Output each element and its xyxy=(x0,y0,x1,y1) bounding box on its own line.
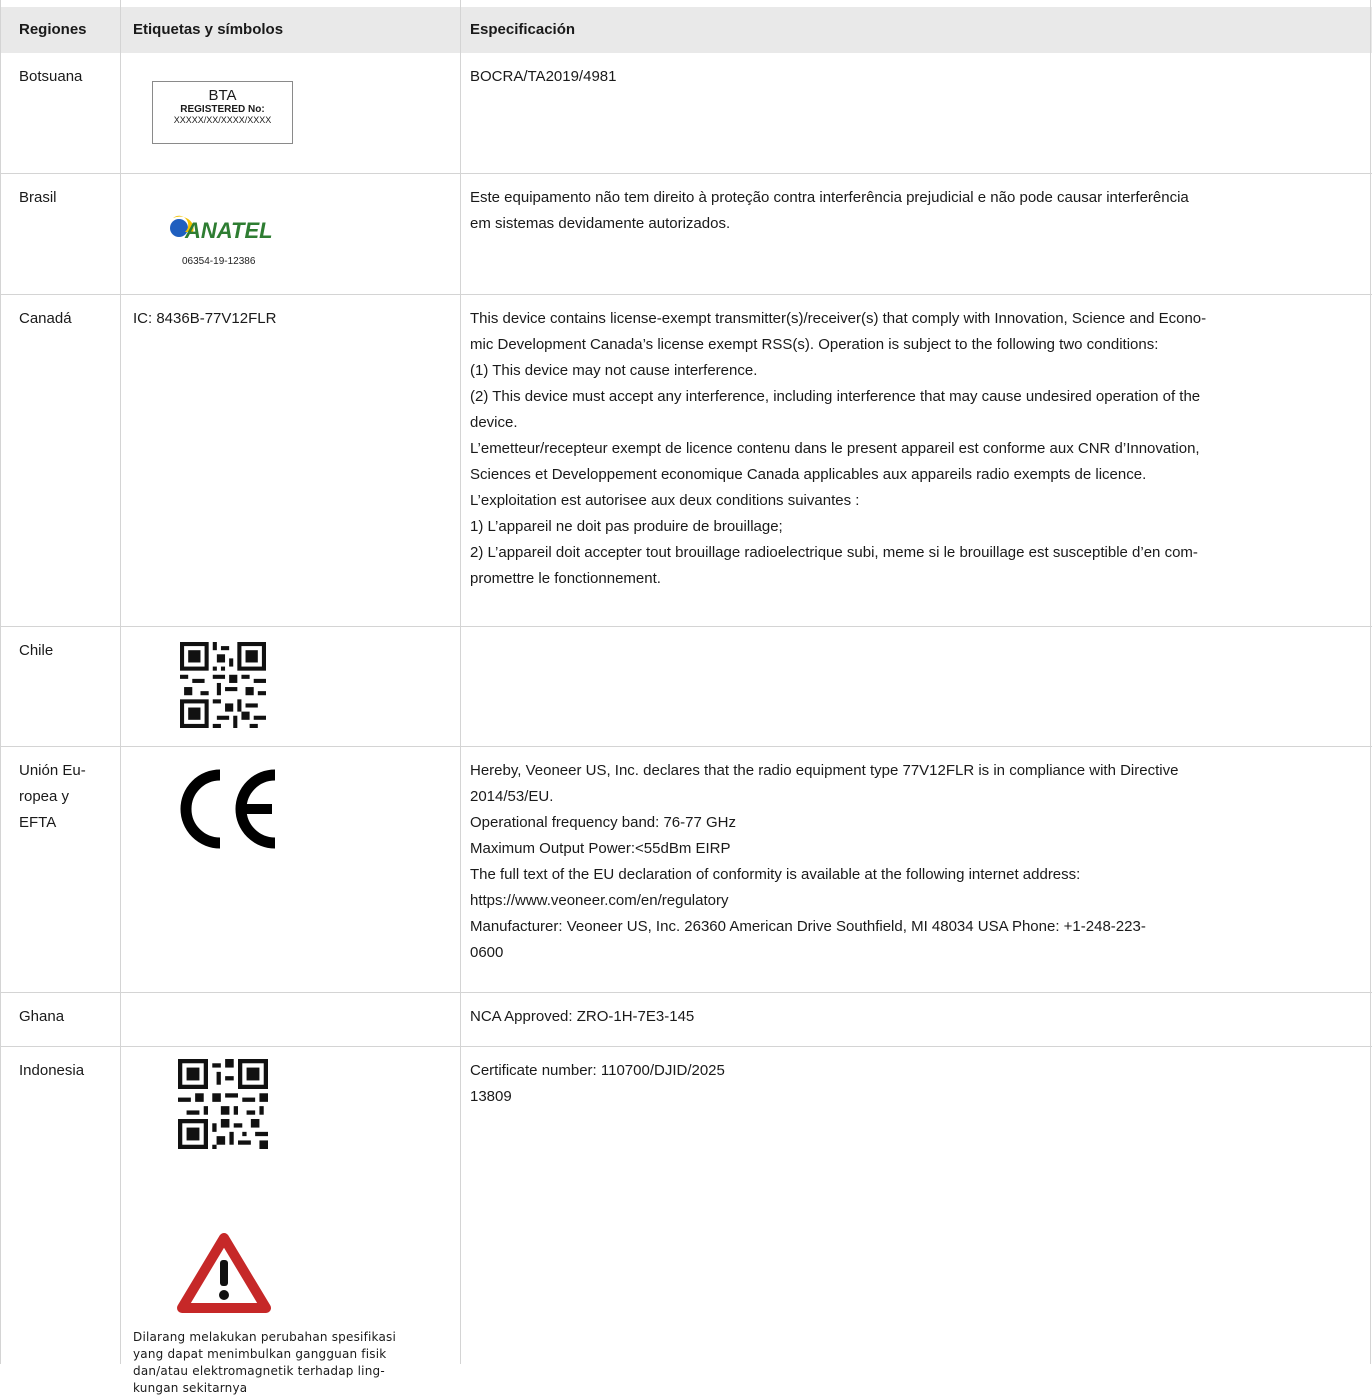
spec-line: Sciences et Developpement economique Can… xyxy=(470,466,1147,483)
warning-text: Dilarang melakukan perubahan spesifikasi… xyxy=(133,1329,448,1397)
spec-line: L’emetteur/recepteur exempt de licence c… xyxy=(470,440,1200,457)
region-name: Botsuana xyxy=(19,68,83,85)
spec-line: mic Development Canada’s license exempt … xyxy=(470,336,1159,353)
spec-line: 2) L’appareil doit accepter tout brouill… xyxy=(470,544,1198,561)
region-name: Unión Eu- ropea y EFTA xyxy=(19,758,114,836)
bta-title: BTA xyxy=(208,87,237,104)
table-row-ghana: Ghana NCA Approved: ZRO-1H-7E3-145 xyxy=(0,993,1372,1047)
spec-text: Este equipamento não tem direito à prote… xyxy=(470,185,1355,237)
anatel-code: 06354-19-12386 xyxy=(182,256,256,267)
region-name: Brasil xyxy=(19,189,57,206)
spec-text: BOCRA/TA2019/4981 xyxy=(470,68,617,85)
region-name: Chile xyxy=(19,642,54,659)
spec-line: device. xyxy=(470,414,518,431)
table-row-brazil: Brasil ANATEL 06354-19-12386 Este equipa… xyxy=(0,174,1372,295)
table-row-canada: Canadá IC: 8436B-77V12FLR This device co… xyxy=(0,295,1372,627)
header-labels-symbols: Etiquetas y símbolos xyxy=(133,21,284,38)
spec-line: Certificate number: 110700/DJID/2025 xyxy=(470,1062,725,1079)
qr-code-icon xyxy=(178,1059,268,1149)
spec-line: L’exploitation est autorisee aux deux co… xyxy=(470,492,860,509)
ce-mark-icon xyxy=(180,769,276,849)
header-specification: Especificación xyxy=(470,21,576,38)
regulatory-link[interactable]: https://www.veoneer.com/en/regulatory xyxy=(470,888,1355,914)
column-divider xyxy=(120,0,121,1364)
table-row-eu: Unión Eu- ropea y EFTA Hereby, Veoneer U… xyxy=(0,747,1372,993)
table-border-left xyxy=(0,0,1,1364)
warning-line: dan/atau elektromagnetik terhadap ling- xyxy=(133,1364,385,1378)
column-divider xyxy=(460,0,461,1364)
spec-line: The full text of the EU declaration of c… xyxy=(470,866,1081,883)
spec-text: Certificate number: 110700/DJID/2025 138… xyxy=(470,1058,1355,1110)
spec-text: Hereby, Veoneer US, Inc. declares that t… xyxy=(470,758,1355,966)
spec-line: 13809 xyxy=(470,1088,512,1105)
header-regions: Regiones xyxy=(19,21,87,38)
qr-code-icon xyxy=(180,642,266,728)
spec-line: Maximum Output Power:<55dBm EIRP xyxy=(470,840,731,857)
spec-line: Este equipamento não tem direito à prote… xyxy=(470,189,1189,206)
spec-line: (1) This device may not cause interferen… xyxy=(470,362,758,379)
warning-line: yang dapat menimbulkan gangguan fisik xyxy=(133,1347,387,1361)
table-row-botswana: Botsuana BTA REGISTERED No: XXXXX/XX/XXX… xyxy=(0,53,1372,174)
spec-line: em sistemas devidamente autorizados. xyxy=(470,215,731,232)
spec-line: 0600 xyxy=(470,944,504,961)
anatel-logo-text: ANATEL xyxy=(184,218,273,243)
bta-number: XXXXX/XX/XXXX/XXXX xyxy=(173,115,272,125)
spec-line: Operational frequency band: 76-77 GHz xyxy=(470,814,736,831)
table-header: Regiones Etiquetas y símbolos Especifica… xyxy=(0,7,1372,53)
region-name: Indonesia xyxy=(19,1062,85,1079)
table-row-indonesia: Indonesia Dilarang melakukan perubahan s… xyxy=(0,1047,1372,1395)
bta-label-box: BTA REGISTERED No: XXXXX/XX/XXXX/XXXX xyxy=(152,81,293,144)
spec-line: Manufacturer: Veoneer US, Inc. 26360 Ame… xyxy=(470,918,1146,935)
spec-text: NCA Approved: ZRO-1H-7E3-145 xyxy=(470,1008,695,1025)
warning-triangle-icon xyxy=(177,1233,271,1313)
ic-label: IC: 8436B-77V12FLR xyxy=(133,310,277,327)
spec-line: promettre le fonctionnement. xyxy=(470,570,661,587)
spec-line: Hereby, Veoneer US, Inc. declares that t… xyxy=(470,762,1179,779)
warning-line: Dilarang melakukan perubahan spesifikasi xyxy=(133,1330,397,1344)
spec-line: 1) L’appareil ne doit pas produire de br… xyxy=(470,518,783,535)
region-name: Canadá xyxy=(19,310,72,327)
region-line: ropea y xyxy=(19,788,70,805)
spec-text: This device contains license-exempt tran… xyxy=(470,306,1355,592)
region-line: Unión Eu- xyxy=(19,762,86,779)
table-row-chile: Chile xyxy=(0,627,1372,747)
warning-line: kungan sekitarnya xyxy=(133,1381,248,1395)
table-border-right xyxy=(1370,0,1371,1364)
region-line: EFTA xyxy=(19,814,57,831)
spec-line: 2014/53/EU. xyxy=(470,788,554,805)
bta-registered: REGISTERED No: xyxy=(180,104,265,115)
region-name: Ghana xyxy=(19,1008,65,1025)
spec-line: (2) This device must accept any interfer… xyxy=(470,388,1201,405)
spec-line: This device contains license-exempt tran… xyxy=(470,310,1207,327)
